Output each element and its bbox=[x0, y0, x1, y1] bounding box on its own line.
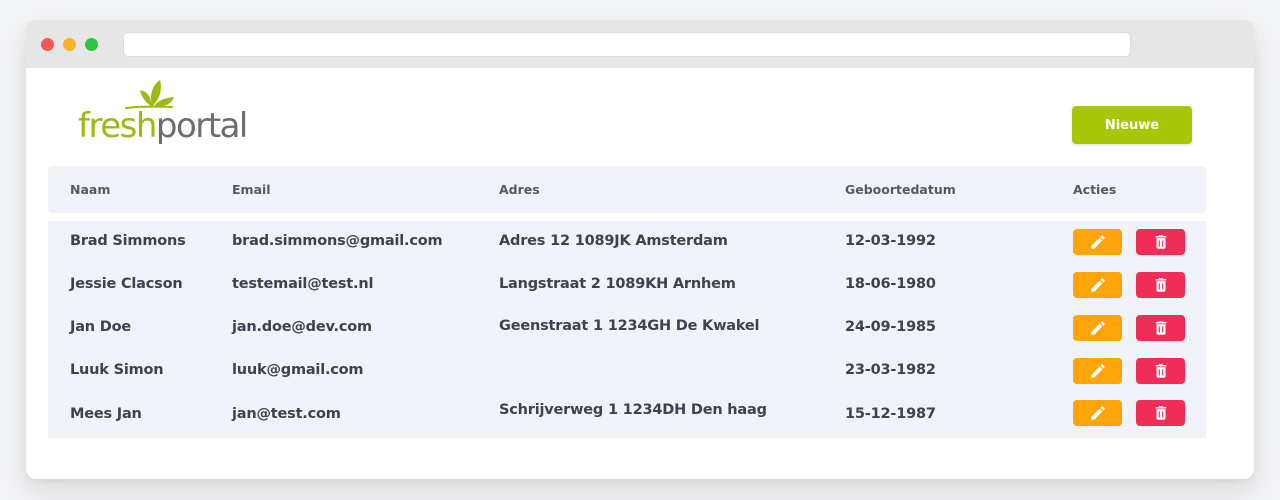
edit-button[interactable] bbox=[1073, 272, 1122, 298]
delete-button[interactable] bbox=[1136, 229, 1185, 255]
cell-naam: Mees Jan bbox=[70, 406, 142, 422]
cell-geboortedatum: 12-03-1992 bbox=[845, 233, 936, 249]
pencil-icon bbox=[1090, 235, 1105, 249]
trash-icon bbox=[1155, 278, 1166, 292]
table-body: Brad Simmons brad.simmons@gmail.com Adre… bbox=[48, 221, 1206, 438]
delete-button[interactable] bbox=[1136, 358, 1185, 384]
column-header-adres: Adres bbox=[499, 182, 540, 197]
delete-button[interactable] bbox=[1136, 315, 1185, 341]
new-button[interactable]: Nieuwe bbox=[1072, 106, 1192, 144]
logo-text-fresh: fresh bbox=[78, 106, 157, 146]
window-close-button[interactable] bbox=[41, 38, 54, 51]
window-maximize-button[interactable] bbox=[85, 38, 98, 51]
table-row: Mees Jan jan@test.com Schrijverweg 1 123… bbox=[48, 393, 1206, 436]
table-row: Jan Doe jan.doe@dev.com Geenstraat 1 123… bbox=[48, 307, 1206, 350]
column-header-naam: Naam bbox=[70, 182, 111, 197]
column-header-acties: Acties bbox=[1073, 182, 1117, 197]
table-header: Naam Email Adres Geboortedatum Acties bbox=[48, 166, 1206, 213]
edit-button[interactable] bbox=[1073, 358, 1122, 384]
table-row: Brad Simmons brad.simmons@gmail.com Adre… bbox=[48, 221, 1206, 264]
cell-email: brad.simmons@gmail.com bbox=[232, 233, 443, 249]
edit-button[interactable] bbox=[1073, 400, 1122, 426]
delete-button[interactable] bbox=[1136, 400, 1185, 426]
cell-naam: Luuk Simon bbox=[70, 362, 164, 378]
trash-icon bbox=[1155, 235, 1166, 249]
pencil-icon bbox=[1090, 321, 1105, 335]
trash-icon bbox=[1155, 321, 1166, 335]
logo-wordmark: freshportal bbox=[78, 104, 248, 148]
cell-naam: Brad Simmons bbox=[70, 233, 186, 249]
browser-window: freshportal Nieuwe Naam Email Adres Gebo… bbox=[26, 20, 1254, 479]
cell-email: jan@test.com bbox=[232, 406, 341, 422]
cell-email: jan.doe@dev.com bbox=[232, 319, 372, 335]
pencil-icon bbox=[1090, 278, 1105, 292]
cell-geboortedatum: 23-03-1982 bbox=[845, 362, 936, 378]
table-row: Luuk Simon luuk@gmail.com 23-03-1982 bbox=[48, 350, 1206, 393]
cell-adres: Langstraat 2 1089KH Arnhem bbox=[499, 276, 736, 292]
trash-icon bbox=[1155, 364, 1166, 378]
cell-email: luuk@gmail.com bbox=[232, 362, 364, 378]
column-header-geboortedatum: Geboortedatum bbox=[845, 182, 956, 197]
browser-titlebar bbox=[26, 20, 1254, 68]
cell-geboortedatum: 24-09-1985 bbox=[845, 319, 936, 335]
delete-button[interactable] bbox=[1136, 272, 1185, 298]
cell-adres: Schrijverweg 1 1234DH Den haag bbox=[499, 402, 767, 418]
table-row: Jessie Clacson testemail@test.nl Langstr… bbox=[48, 264, 1206, 307]
edit-button[interactable] bbox=[1073, 315, 1122, 341]
edit-button[interactable] bbox=[1073, 229, 1122, 255]
trash-icon bbox=[1155, 406, 1166, 420]
cell-geboortedatum: 18-06-1980 bbox=[845, 276, 936, 292]
column-header-email: Email bbox=[232, 182, 271, 197]
cell-geboortedatum: 15-12-1987 bbox=[845, 406, 936, 422]
logo-text-portal: portal bbox=[155, 106, 248, 146]
cell-naam: Jessie Clacson bbox=[70, 276, 183, 292]
cell-adres: Adres 12 1089JK Amsterdam bbox=[499, 233, 728, 249]
cell-adres: Geenstraat 1 1234GH De Kwakel bbox=[499, 318, 760, 334]
pencil-icon bbox=[1090, 406, 1105, 420]
freshportal-logo: freshportal bbox=[78, 78, 248, 150]
pencil-icon bbox=[1090, 364, 1105, 378]
cell-naam: Jan Doe bbox=[70, 319, 131, 335]
cell-email: testemail@test.nl bbox=[232, 276, 374, 292]
address-bar[interactable] bbox=[123, 32, 1131, 57]
window-minimize-button[interactable] bbox=[63, 38, 76, 51]
